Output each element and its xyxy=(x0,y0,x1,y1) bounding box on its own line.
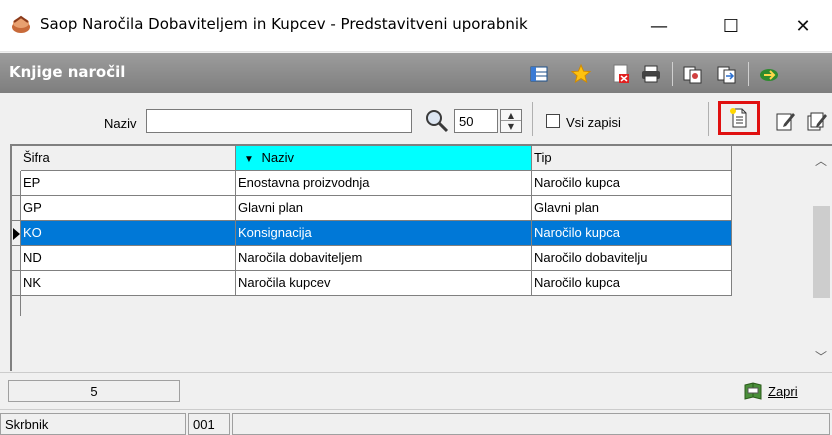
table-row[interactable]: NK Naročila kupcev Naročilo kupca xyxy=(12,271,732,296)
grid-header: Šifra ▼ Naziv Tip xyxy=(12,146,804,171)
status-code: 001 xyxy=(188,413,230,435)
edit-record-icon[interactable] xyxy=(774,110,796,132)
close-book-icon xyxy=(744,382,762,400)
edit-multiple-icon[interactable] xyxy=(806,110,828,132)
cell-tip[interactable]: Naročilo kupca xyxy=(532,171,732,196)
sort-descending-icon: ▼ xyxy=(244,154,254,165)
cell-naziv[interactable]: Glavni plan xyxy=(236,196,532,221)
cell-sifra[interactable]: KO xyxy=(21,221,236,246)
table-row[interactable]: ND Naročila dobaviteljem Naročilo dobavite… xyxy=(12,246,732,271)
minimize-button[interactable]: — xyxy=(630,0,688,52)
status-user: Skrbnik xyxy=(0,413,186,435)
column-header-tip[interactable]: Tip xyxy=(532,146,732,171)
favorite-star-icon[interactable] xyxy=(570,63,592,85)
new-record-button[interactable] xyxy=(718,101,760,135)
exit-module-icon[interactable] xyxy=(758,63,780,85)
stepper-down-icon[interactable]: ▼ xyxy=(501,121,521,132)
record-limit-input[interactable]: 50 xyxy=(454,109,498,133)
column-header-sifra[interactable]: Šifra xyxy=(21,146,236,171)
cell-sifra[interactable]: EP xyxy=(21,171,236,196)
vsi-zapisi-checkbox[interactable] xyxy=(546,114,560,128)
status-bar: Skrbnik 001 xyxy=(0,409,832,435)
copy-records-icon[interactable] xyxy=(682,63,704,85)
cell-sifra[interactable]: GP xyxy=(21,196,236,221)
module-title: Knjige naročil xyxy=(9,63,126,81)
cell-naziv[interactable]: Konsignacija xyxy=(236,221,532,246)
column-header-naziv-label: Naziv xyxy=(261,150,295,165)
record-limit-stepper[interactable]: ▲ ▼ xyxy=(500,109,522,133)
stepper-up-icon[interactable]: ▲ xyxy=(501,110,521,121)
window-title: Saop Naročila Dobaviteljem in Kupcev - P… xyxy=(40,15,528,33)
search-toolbar: Naziv 50 ▲ ▼ Vsi zapisi xyxy=(0,94,832,142)
cell-tip[interactable]: Naročilo kupca xyxy=(532,221,732,246)
vsi-zapisi-label: Vsi zapisi xyxy=(566,115,621,130)
grid-footer: 5 Zapri xyxy=(0,372,832,408)
printer-icon[interactable] xyxy=(640,63,662,85)
status-extra xyxy=(232,413,830,435)
naziv-search-input[interactable] xyxy=(146,109,412,133)
cell-tip[interactable]: Naročilo dobavitelju xyxy=(532,246,732,271)
close-window-button[interactable]: ✕ xyxy=(774,0,832,52)
toolbar-divider xyxy=(708,102,709,136)
scroll-up-icon[interactable]: ︿ xyxy=(815,152,827,169)
maximize-button[interactable]: ☐ xyxy=(702,0,760,52)
zapri-button[interactable]: Zapri xyxy=(742,379,798,403)
table-row[interactable]: KO Konsignacija Naročilo kupca xyxy=(12,221,732,246)
title-bar: Saop Naročila Dobaviteljem in Kupcev - P… xyxy=(0,0,832,52)
cell-naziv[interactable]: Naročila kupcev xyxy=(236,271,532,296)
table-row[interactable]: GP Glavni plan Glavni plan xyxy=(12,196,732,221)
module-header: Knjige naročil xyxy=(0,53,832,93)
cell-sifra[interactable]: ND xyxy=(21,246,236,271)
header-divider xyxy=(748,62,749,86)
delete-document-icon[interactable] xyxy=(610,63,632,85)
header-divider xyxy=(672,62,673,86)
cell-tip[interactable]: Glavni plan xyxy=(532,196,732,221)
cell-naziv[interactable]: Naročila dobaviteljem xyxy=(236,246,532,271)
column-header-naziv[interactable]: ▼ Naziv xyxy=(236,146,532,171)
table-row[interactable]: EP Enostavna proizvodnja Naročilo kupca xyxy=(12,171,732,196)
app-logo-icon xyxy=(12,15,30,33)
zapri-label: Zapri xyxy=(768,383,798,399)
cell-naziv[interactable]: Enostavna proizvodnja xyxy=(236,171,532,196)
cell-tip[interactable]: Naročilo kupca xyxy=(532,271,732,296)
scroll-down-icon[interactable]: ﹀ xyxy=(815,348,827,365)
scrollbar-thumb[interactable] xyxy=(813,206,830,298)
table-columns-icon[interactable] xyxy=(528,63,550,85)
search-icon[interactable] xyxy=(424,108,450,134)
records-grid: Šifra ▼ Naziv Tip EP Enostavna proizvodnj… xyxy=(10,144,832,371)
record-count: 5 xyxy=(8,380,180,402)
toolbar-divider xyxy=(532,102,533,136)
export-records-icon[interactable] xyxy=(716,63,738,85)
new-document-icon xyxy=(730,108,747,128)
vertical-scrollbar[interactable]: ︿ ﹀ xyxy=(811,146,832,371)
cell-sifra[interactable]: NK xyxy=(21,271,236,296)
naziv-label: Naziv xyxy=(104,116,137,131)
